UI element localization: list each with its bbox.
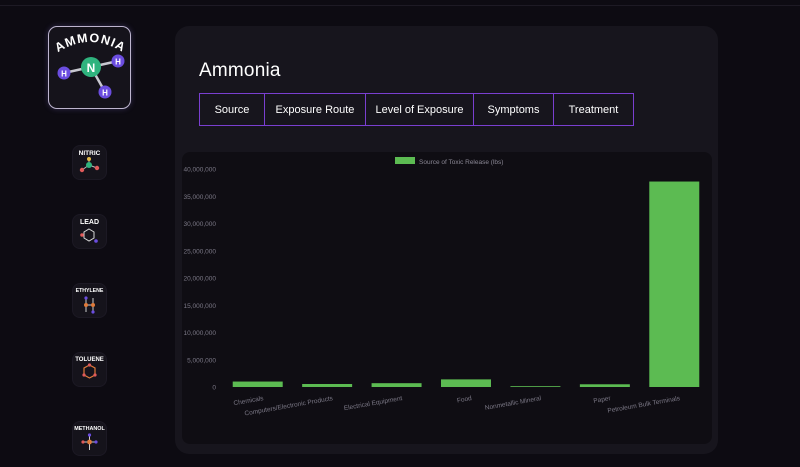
logo-label: AMMONIA [52,31,127,55]
nitric-acid-icon: NITRIC [79,150,101,173]
x-tick-label: Nonmetallic Mineral [484,395,542,412]
y-tick-label: 25,000,000 [183,248,216,255]
bar[interactable] [232,381,283,387]
chart-container: Source of Toxic Release (lbs) 0 5,000,000… [182,152,712,444]
y-tick-label: 10,000,000 [183,330,216,337]
svg-text:AMMONIA: AMMONIA [52,31,128,55]
sidebar-item-lead[interactable]: LEAD [73,215,106,248]
ammonia-molecule-icon: AMMONIA N H H H [52,31,128,99]
y-tick-label: 20,000,000 [183,276,216,283]
bar[interactable] [302,384,353,387]
bars [232,181,700,387]
logo-atom-h2: H [115,58,121,67]
methanol-label: METHANOL [74,426,105,432]
bar[interactable] [371,383,422,387]
page-title: Ammonia [199,60,281,81]
ethylene-label: ETHYLENE [76,288,104,294]
legend-label: Source of Toxic Release (lbs) [419,159,503,166]
sidebar: AMMONIA N H H H NITRIC LEAD ETHYLENE TOL… [0,0,170,467]
y-tick-label: 35,000,000 [183,194,216,201]
x-tick-label: Electrical Equipment [343,395,403,412]
sidebar-item-ethylene-glycol[interactable]: ETHYLENE [73,284,106,317]
chart-legend: Source of Toxic Release (lbs) [395,157,503,166]
x-tick-label: Petroleum Bulk Terminals [607,395,681,415]
bar[interactable] [441,379,491,387]
tab-bar: Source Exposure Route Level of Exposure … [199,93,634,126]
tab-exposure-route[interactable]: Exposure Route [263,93,367,126]
tab-treatment[interactable]: Treatment [553,93,634,126]
y-tick-label: 15,000,000 [183,303,216,310]
tab-symptoms[interactable]: Symptoms [472,93,555,126]
ethylene-glycol-icon: ETHYLENE [76,288,104,314]
sidebar-item-toluene[interactable]: TOLUENE [73,353,106,386]
bar[interactable] [579,384,630,387]
logo-atom-h1: H [61,70,67,79]
bar-chart: Source of Toxic Release (lbs) 0 5,000,000… [183,157,700,418]
tab-source[interactable]: Source [199,93,265,126]
methanol-icon: METHANOL [74,426,105,450]
toluene-icon: TOLUENE [75,357,104,379]
nitric-label: NITRIC [79,150,101,157]
y-tick-label: 0 [212,385,216,392]
y-axis: 0 5,000,000 10,000,000 15,000,000 20,000,000… [183,167,216,392]
x-tick-label: Paper [593,395,612,405]
lead-label: LEAD [80,219,99,226]
sidebar-item-nitric-acid[interactable]: NITRIC [73,146,106,179]
bar[interactable] [649,181,700,387]
tab-level-of-exposure[interactable]: Level of Exposure [365,93,474,126]
x-axis: ChemicalsComputers/Electronic Products El… [233,395,681,418]
x-tick-label: Chemicals [233,395,265,407]
lead-icon: LEAD [80,219,99,243]
ammonia-logo-card[interactable]: AMMONIA N H H H [48,26,131,109]
logo-atom-h3: H [102,89,108,98]
legend-swatch [395,157,415,164]
y-tick-label: 30,000,000 [183,221,216,228]
y-tick-label: 40,000,000 [183,167,216,174]
y-tick-label: 5,000,000 [187,357,216,364]
sidebar-item-methanol[interactable]: METHANOL [73,422,106,455]
bar[interactable] [510,386,561,387]
x-tick-label: Food [457,395,473,405]
logo-center-atom: N [87,61,96,75]
toluene-label: TOLUENE [75,357,104,363]
